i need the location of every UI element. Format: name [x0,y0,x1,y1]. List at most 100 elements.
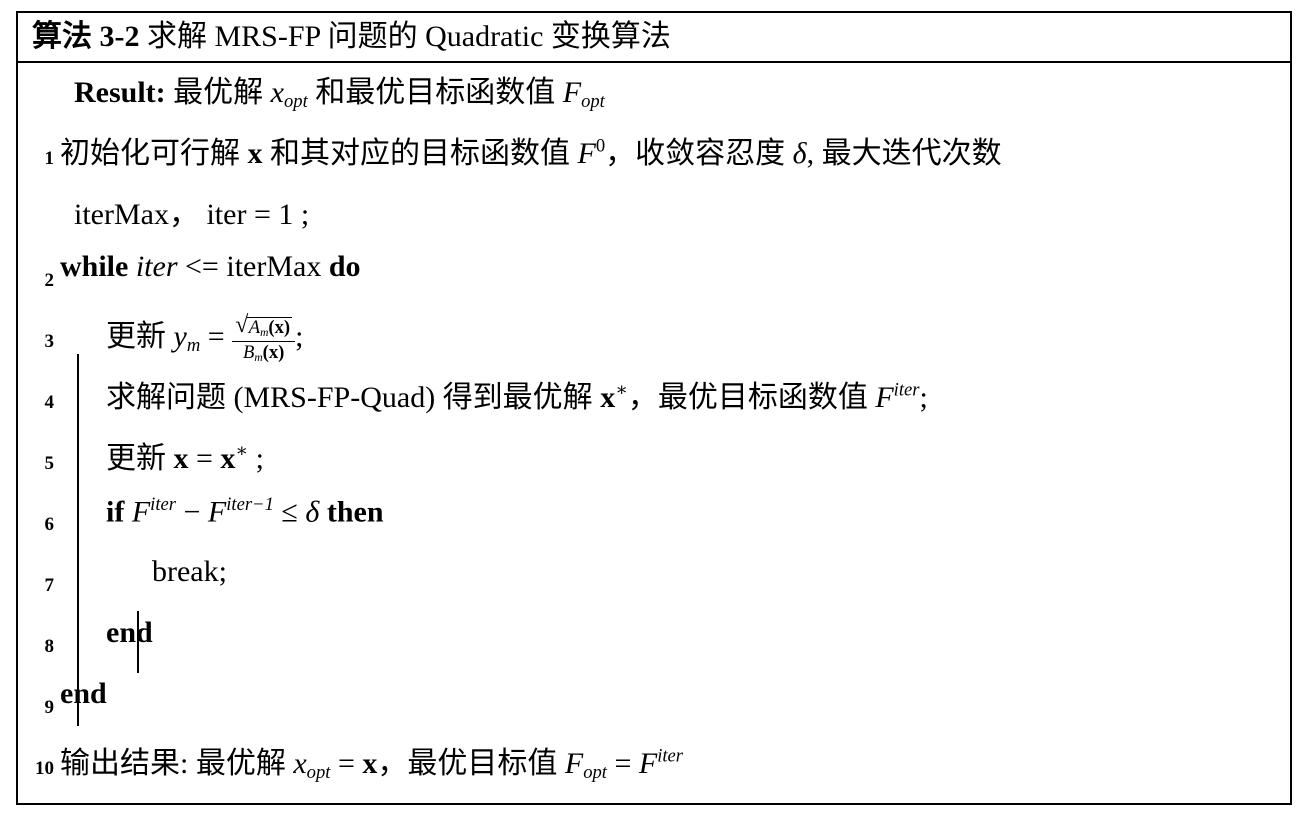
line4-var-f: F [875,381,894,414]
line-content: 更新 x = x∗ ; [60,433,264,477]
line5-equals: = [196,442,213,475]
line2-keyword-while: while [60,250,129,283]
line10-part1: 输出结果: [60,747,189,780]
line2-operator: <= [185,250,219,283]
line-number: 4 [44,391,55,413]
algorithm-line-9: 9 end [18,677,1290,738]
line-content: end [60,677,107,711]
algorithm-title-number: 3-2 [99,20,140,53]
line8-keyword-end: end [106,616,153,649]
line5-semicolon: ; [255,442,264,475]
line-number: 5 [44,452,55,474]
line1c-part1: iterMax， [74,198,199,231]
result-text-2: 和最优目标函数值 [315,76,556,109]
line-number: 6 [44,513,55,535]
line1-sup-f: 0 [595,135,606,157]
algorithm-body: Result: 最优解 xopt 和最优目标函数值 Fopt 1 初始化可行解 … [18,63,1290,799]
line10-sub-f1: opt [583,762,607,784]
line5-part1: 更新 [106,442,166,475]
line6-var-f2: F [207,495,227,529]
line3-den-b-arg: (x) [262,341,285,363]
line10-equals-2: = [614,747,632,780]
algorithm-line-2: 2 while iter <= iterMax do [18,250,1290,311]
result-var-f: F [562,76,582,109]
algorithm-line-1-continuation: iterMax， iter = 1 ; [18,189,1290,250]
line1-bold-x: x [247,137,263,170]
algorithm-line-1: 1 初始化可行解 x 和其对应的目标函数值 F0，收敛容忍度 δ, 最大迭代次数 [18,128,1290,189]
line-content: 初始化可行解 x 和其对应的目标函数值 F0，收敛容忍度 δ, 最大迭代次数 [60,128,1002,172]
line3-fraction: √ Am(x) Bm(x) [232,311,296,364]
algorithm-line-10: 10 输出结果: 最优解 xopt = x，最优目标值 Fopt = Fiter [18,738,1290,799]
algorithm-title-label: 算法 [32,20,92,53]
algorithm-line-4: 4 求解问题 (MRS-FP-Quad) 得到最优解 x∗，最优目标函数值 Fi… [18,372,1290,433]
line1-var-f: F [577,137,596,170]
line5-bold-x1: x [173,442,189,475]
line-number: 3 [44,330,55,352]
line7-break: break; [152,555,227,588]
line-content: 输出结果: 最优解 xopt = x，最优目标值 Fopt = Fiter [60,738,683,784]
result-var-f-sub: opt [581,91,605,113]
result-line: Result: 最优解 xopt 和最优目标函数值 Fopt [18,67,1290,128]
line6-keyword-then: then [326,495,384,529]
line3-den-b: B [242,341,255,363]
line4-part2: 得到最优解 [442,381,593,414]
line5-bold-x2: x [220,442,236,475]
line4-part1: 求解问题 [106,381,226,414]
line3-var-y: y [173,320,187,353]
result-text-1: 最优解 [173,76,264,109]
line-content: end [60,616,153,650]
radicand: Am(x) [246,316,293,340]
line1-delta: δ [792,137,807,170]
line10-part2: 最优解 [195,747,286,780]
line6-delta: δ [305,495,320,529]
line-content: 求解问题 (MRS-FP-Quad) 得到最优解 x∗，最优目标函数值 Fite… [60,372,928,416]
line4-bold-x: x [600,381,616,414]
line2-keyword-do: do [328,250,361,283]
line3-semicolon: ; [295,320,304,353]
line6-sup-f2: iter−1 [226,494,274,515]
algorithm-title: 算法 3-2 求解 MRS-FP 问题的 Quadratic 变换算法 [18,13,1290,63]
result-keyword: Result: [74,76,166,109]
sqrt-icon: √ Am(x) [235,311,293,340]
radical-sign: √ [235,311,249,338]
line6-sup-f1: iter [150,494,176,515]
line-content: iterMax， iter = 1 ; [60,189,309,233]
line9-keyword-end: end [60,677,107,710]
line-number: 10 [35,757,54,779]
line-number: 1 [44,147,55,169]
line2-var-iter: iter [135,250,178,283]
line10-sub-x: opt [306,762,331,784]
line1-part4: , 最大迭代次数 [806,137,1002,170]
result-content: Result: 最优解 xopt 和最优目标函数值 Fopt [60,67,605,113]
line6-minus: − [183,495,201,529]
algorithm-line-6: 6 if Fiter − Fiter−1 ≤ δ then [18,494,1290,555]
line-number: 7 [44,574,55,596]
algorithm-line-7: 7 break; [18,555,1290,616]
algorithm-box: 算法 3-2 求解 MRS-FP 问题的 Quadratic 变换算法 Resu… [16,11,1292,805]
line-content: break; [60,555,227,589]
result-var-x: x [270,76,284,109]
line6-keyword-if: if [106,495,125,529]
algorithm-line-5: 5 更新 x = x∗ ; [18,433,1290,494]
line4-semicolon: ; [919,381,928,414]
line4-part3: ，最优目标函数值 [627,381,868,414]
line6-var-f1: F [131,495,151,529]
line1c-part2: iter = 1 ; [206,198,310,231]
line-content: while iter <= iterMax do [60,250,361,284]
line1-part1: 初始化可行解 [60,137,240,170]
line3-equals: = [207,320,225,353]
line6-leq: ≤ [281,495,298,529]
line3-sub-y: m [186,335,201,357]
line10-var-f2: F [638,747,658,780]
line-number: 9 [44,696,55,718]
line1-part2: 和其对应的目标函数值 [270,137,570,170]
line3-den-b-sub: m [254,351,263,364]
line10-var-f1: F [564,747,584,780]
line10-equals-1: = [337,747,355,780]
line10-var-x: x [293,747,307,780]
line3-part1: 更新 [106,320,166,353]
algorithm-line-3: 3 更新 ym = √ Am(x) Bm(x) ; [18,311,1290,372]
line5-star: ∗ [235,440,249,462]
line4-problem: (MRS-FP-Quad) [233,381,436,414]
line4-star: ∗ [615,379,628,401]
